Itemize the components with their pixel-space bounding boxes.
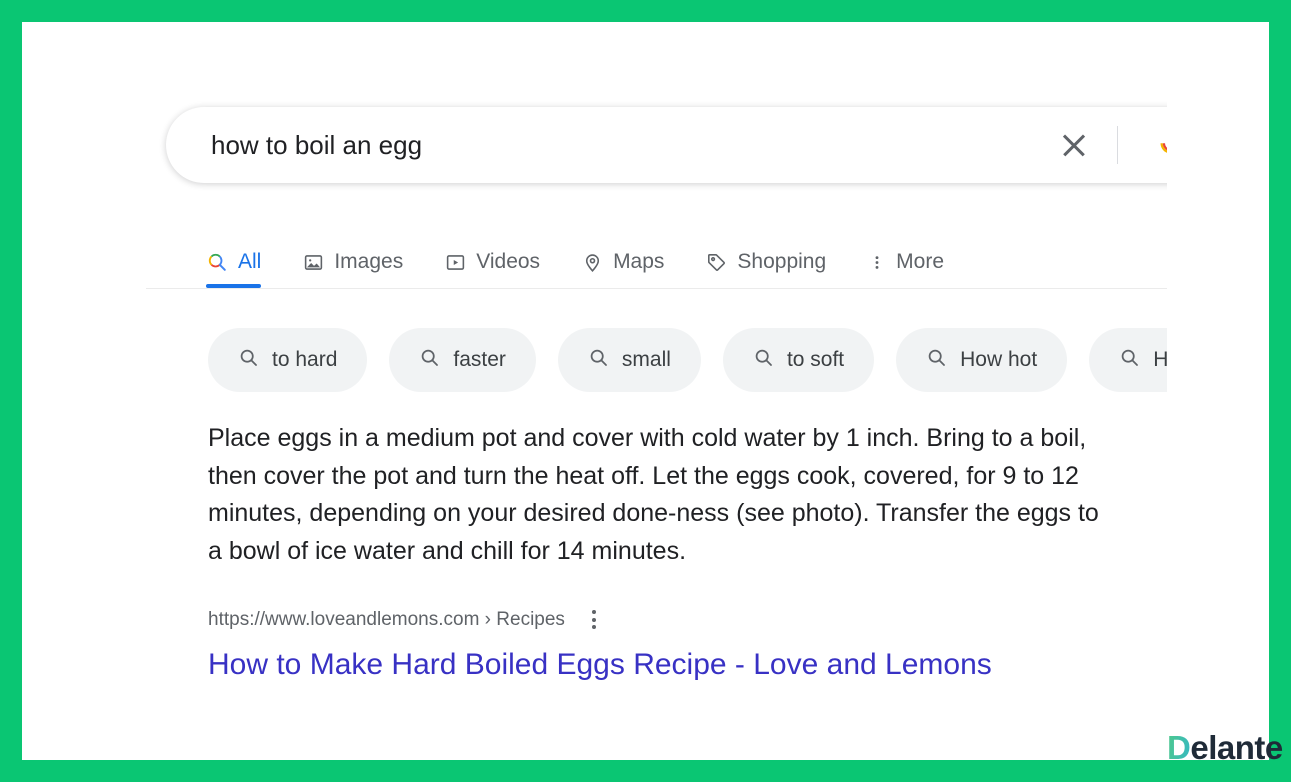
chip-healthy[interactable]: Healthy [1089,328,1167,392]
search-icon [926,347,947,374]
chip-label: to hard [272,348,337,372]
tab-more-label: More [896,250,944,274]
microphone-icon[interactable] [1154,127,1167,163]
chip-label: faster [453,348,506,372]
chip-faster[interactable]: faster [389,328,536,392]
chip-label: How hot [960,348,1037,372]
tab-more[interactable]: More [868,236,944,288]
search-icon [238,347,259,374]
tab-all-label: All [238,250,261,274]
result-url: https://www.loveandlemons.com › Recipes [208,609,565,631]
tab-videos-label: Videos [476,250,540,274]
search-results-screenshot: All Images [22,22,1167,760]
tab-maps[interactable]: Maps [582,236,664,288]
search-nav-tabs[interactable]: All Images [146,236,1167,290]
tab-videos[interactable]: Videos [445,236,540,288]
close-icon[interactable] [1057,128,1091,162]
chip-to-hard[interactable]: to hard [208,328,367,392]
chip-small[interactable]: small [558,328,701,392]
chip-how-hot[interactable]: How hot [896,328,1067,392]
result-url-row: https://www.loveandlemons.com › Recipes [208,607,599,632]
featured-snippet-text: Place eggs in a medium pot and cover wit… [208,420,1118,570]
tab-shopping[interactable]: Shopping [706,236,826,288]
search-icon [1119,347,1140,374]
green-border-frame: All Images [0,0,1291,782]
search-icon [753,347,774,374]
tab-shopping-label: Shopping [737,250,826,274]
google-search-icon [206,251,228,273]
tab-all[interactable]: All [206,236,261,288]
tab-images-label: Images [334,250,403,274]
logo-wordmark: elante [1190,729,1282,767]
related-search-chips[interactable]: to hard faster small [208,328,1167,392]
chip-label: small [622,348,671,372]
tab-images[interactable]: Images [303,236,403,288]
search-bar[interactable] [166,107,1167,183]
search-input[interactable] [211,130,911,161]
search-divider [1117,126,1118,164]
search-icon [588,347,609,374]
chip-label: to soft [787,348,844,372]
video-icon [445,252,466,273]
tab-maps-label: Maps [613,250,664,274]
chip-label: Healthy [1153,348,1167,372]
delante-logo: D elante [1167,729,1283,767]
tabs-divider [146,288,1167,289]
logo-letter-d: D [1167,729,1190,767]
image-icon [303,252,324,273]
result-title-link[interactable]: How to Make Hard Boiled Eggs Recipe - Lo… [208,648,992,682]
more-vertical-icon[interactable] [589,607,599,632]
more-vertical-icon [868,252,886,273]
tag-icon [706,252,727,273]
map-pin-icon [582,252,603,273]
search-icon [419,347,440,374]
chip-to-soft[interactable]: to soft [723,328,874,392]
